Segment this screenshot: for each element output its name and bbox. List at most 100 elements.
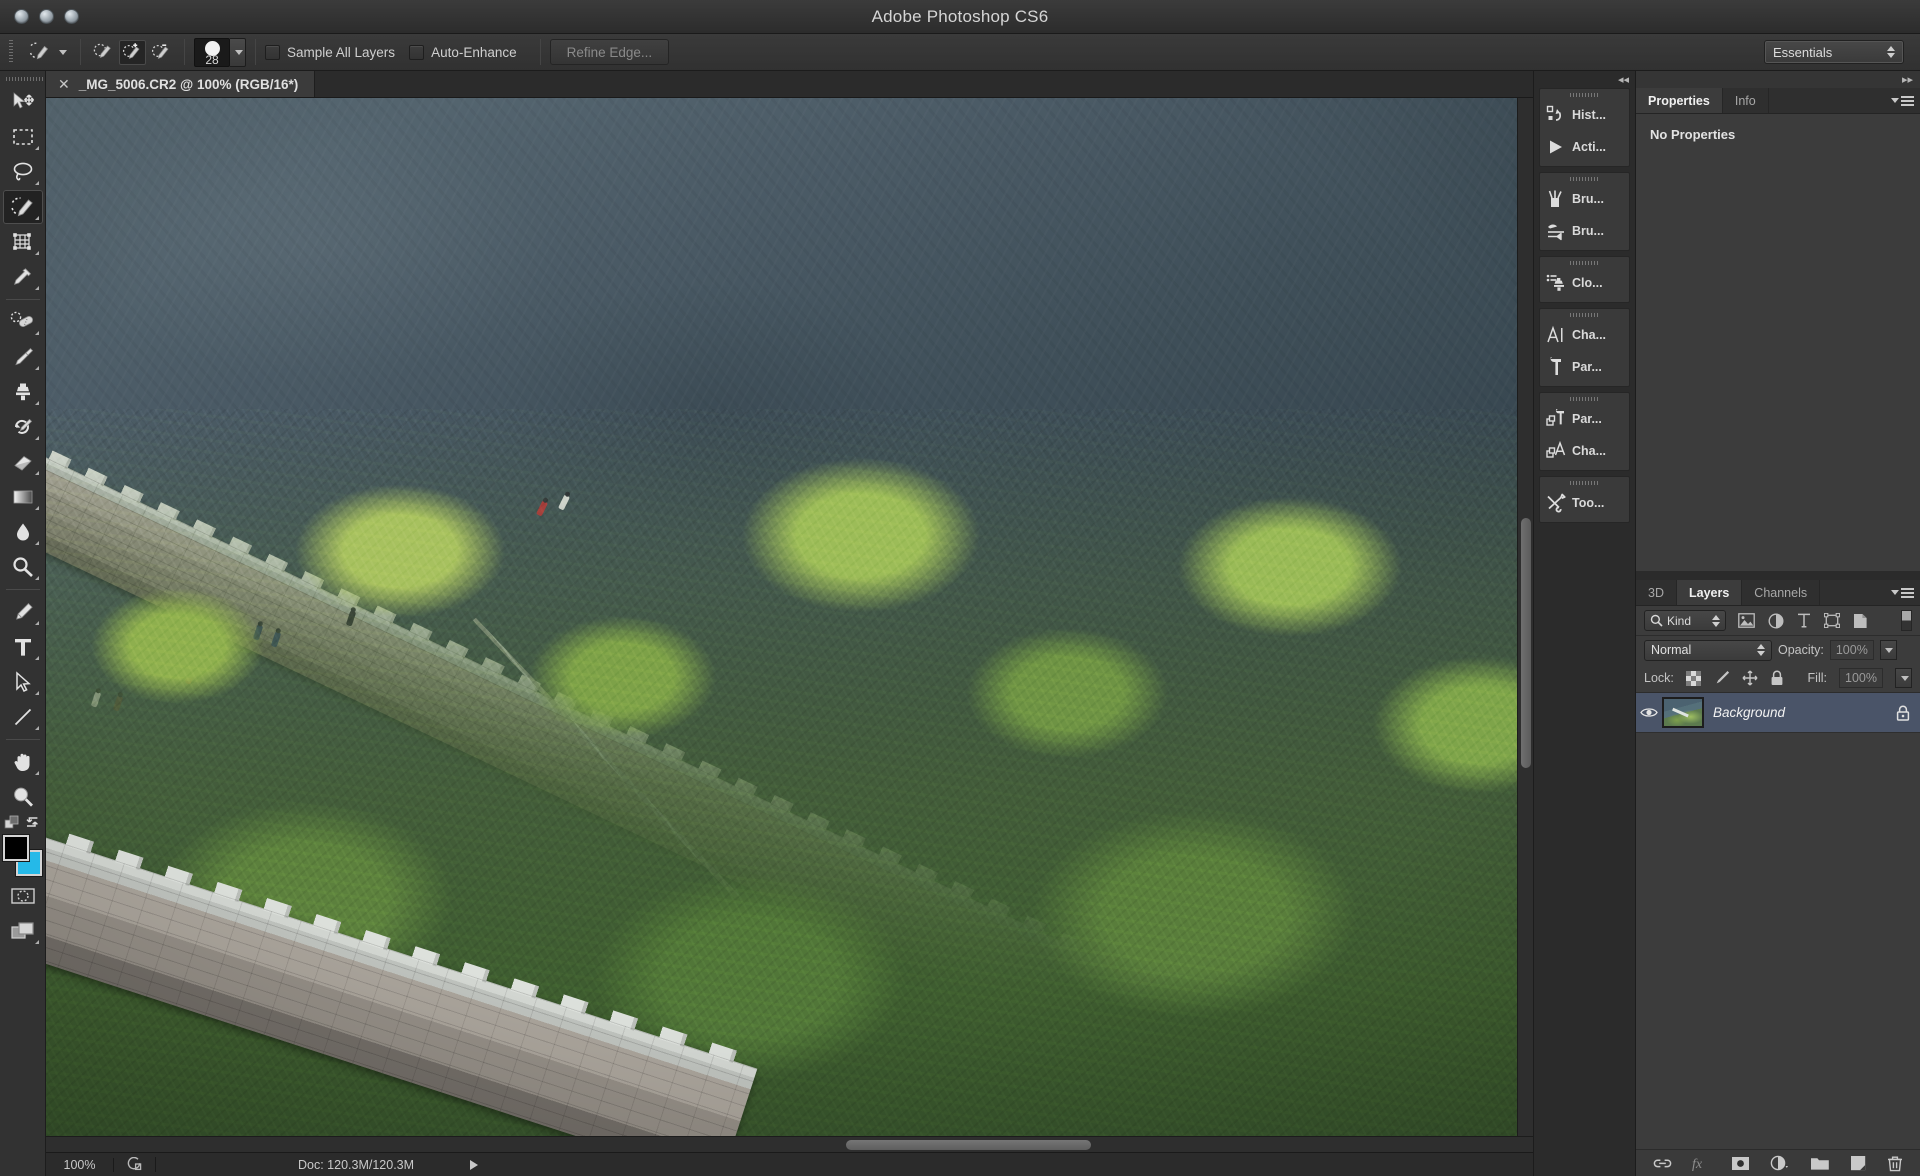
double-chevron-left-icon[interactable]: ◂◂ bbox=[1534, 71, 1635, 88]
tab-3d[interactable]: 3D bbox=[1636, 580, 1677, 605]
brush-presets-panel-button[interactable]: Bru... bbox=[1540, 183, 1629, 215]
half-circle-icon[interactable] bbox=[1768, 612, 1784, 629]
options-bar-gripper[interactable] bbox=[8, 40, 14, 64]
history-brush-tool[interactable] bbox=[3, 410, 43, 444]
document-tab[interactable]: ✕ _MG_5006.CR2 @ 100% (RGB/16*) bbox=[46, 71, 316, 97]
clone-stamp-tool[interactable] bbox=[3, 375, 43, 409]
table-row[interactable]: Background bbox=[1636, 693, 1920, 733]
default-colors-icon[interactable] bbox=[4, 815, 22, 832]
pen-tool[interactable] bbox=[3, 595, 43, 629]
move-cross-icon[interactable] bbox=[1742, 670, 1758, 686]
fill-slider-dropdown[interactable] bbox=[1895, 668, 1912, 688]
dock-group-gripper[interactable] bbox=[1540, 173, 1629, 183]
character-panel-button[interactable]: Cha... bbox=[1540, 319, 1629, 351]
spot-healing-brush-tool[interactable] bbox=[3, 305, 43, 339]
panel-menu-icon[interactable] bbox=[1891, 88, 1914, 113]
close-icon[interactable]: ✕ bbox=[58, 77, 70, 91]
character-styles-panel-button[interactable]: Cha... bbox=[1540, 435, 1629, 467]
refine-edge-button[interactable]: Refine Edge... bbox=[549, 39, 670, 65]
crop-tool[interactable] bbox=[3, 225, 43, 259]
blur-tool[interactable] bbox=[3, 515, 43, 549]
smart-object-icon[interactable] bbox=[1853, 613, 1868, 629]
quick-mask-button[interactable] bbox=[3, 879, 43, 913]
clone-source-panel-button[interactable]: Clo... bbox=[1540, 267, 1629, 299]
type-tool[interactable] bbox=[3, 630, 43, 664]
zoom-level-field[interactable]: 100% bbox=[46, 1157, 114, 1172]
tool-preset-picker[interactable] bbox=[22, 40, 71, 65]
trash-icon[interactable] bbox=[1887, 1155, 1903, 1172]
foreground-color-swatch[interactable] bbox=[2, 835, 29, 861]
half-circle-icon[interactable] bbox=[1770, 1155, 1790, 1171]
play-arrow-icon[interactable] bbox=[470, 1159, 479, 1170]
brush-preview[interactable]: 28 bbox=[194, 37, 230, 67]
lasso-tool[interactable] bbox=[3, 155, 43, 189]
rectangular-marquee-tool[interactable] bbox=[3, 120, 43, 154]
canvas-horizontal-scrollbar[interactable] bbox=[46, 1136, 1517, 1152]
brush-panel-button[interactable]: Bru... bbox=[1540, 215, 1629, 247]
auto-enhance-option[interactable]: Auto-Enhance bbox=[409, 44, 517, 60]
document-image[interactable] bbox=[46, 98, 1517, 1136]
dock-group-gripper[interactable] bbox=[1540, 309, 1629, 319]
shape-icon[interactable] bbox=[1824, 613, 1840, 628]
panel-splitter[interactable] bbox=[1636, 571, 1920, 580]
panel-menu-icon[interactable] bbox=[1891, 580, 1914, 605]
line-tool[interactable] bbox=[3, 700, 43, 734]
canvas-vertical-scrollbar[interactable] bbox=[1517, 98, 1533, 1136]
new-layer-icon[interactable] bbox=[1850, 1155, 1867, 1171]
add-to-selection-button[interactable] bbox=[119, 39, 146, 65]
chevron-down-icon[interactable] bbox=[59, 49, 67, 55]
sample-all-layers-checkbox[interactable] bbox=[265, 44, 280, 60]
dock-group-gripper[interactable] bbox=[1540, 393, 1629, 403]
quick-selection-tool[interactable] bbox=[2, 190, 43, 224]
brush-tool[interactable] bbox=[3, 340, 43, 374]
hand-tool[interactable] bbox=[3, 745, 43, 779]
move-tool[interactable] bbox=[3, 85, 43, 119]
brush-size-picker[interactable]: 28 bbox=[194, 37, 246, 67]
new-selection-button[interactable] bbox=[90, 40, 117, 65]
actions-panel-button[interactable]: Acti... bbox=[1540, 131, 1629, 163]
paintbrush-icon[interactable] bbox=[1713, 670, 1730, 686]
layer-visibility-toggle[interactable] bbox=[1636, 706, 1662, 719]
dock-group-gripper[interactable] bbox=[1540, 477, 1629, 487]
zoom-tool[interactable] bbox=[3, 780, 43, 814]
opacity-slider-dropdown[interactable] bbox=[1879, 640, 1897, 660]
tab-info[interactable]: Info bbox=[1722, 88, 1769, 113]
history-panel-button[interactable]: Hist... bbox=[1540, 99, 1629, 131]
dodge-tool[interactable] bbox=[3, 550, 43, 584]
padlock-icon[interactable] bbox=[1770, 670, 1784, 686]
screen-mode-button[interactable] bbox=[3, 914, 43, 948]
paragraph-panel-button[interactable]: Par... bbox=[1540, 351, 1629, 383]
tab-layers[interactable]: Layers bbox=[1676, 580, 1743, 605]
swap-colors-icon[interactable] bbox=[24, 815, 42, 832]
fill-value[interactable]: 100% bbox=[1839, 668, 1883, 688]
gradient-tool[interactable] bbox=[3, 480, 43, 514]
minimize-button[interactable] bbox=[39, 9, 54, 24]
paragraph-styles-panel-button[interactable]: Par... bbox=[1540, 403, 1629, 435]
filter-toggle-switch[interactable] bbox=[1901, 610, 1912, 631]
opacity-value[interactable]: 100% bbox=[1829, 640, 1874, 660]
sample-all-layers-option[interactable]: Sample All Layers bbox=[265, 44, 395, 60]
zoom-button[interactable] bbox=[64, 9, 79, 24]
checkerboard-icon[interactable] bbox=[1685, 670, 1701, 686]
eyedropper-tool[interactable] bbox=[3, 260, 43, 294]
link-chain-icon[interactable] bbox=[1653, 1156, 1672, 1171]
close-button[interactable] bbox=[14, 9, 29, 24]
mask-circle-icon[interactable] bbox=[1731, 1156, 1750, 1171]
workspace-selector[interactable]: Essentials bbox=[1764, 40, 1904, 64]
layer-filter-kind-select[interactable]: Kind bbox=[1644, 610, 1726, 631]
tool-presets-panel-button[interactable]: Too... bbox=[1540, 487, 1629, 519]
dock-group-gripper[interactable] bbox=[1540, 89, 1629, 99]
subtract-from-selection-button[interactable] bbox=[148, 40, 175, 65]
auto-enhance-checkbox[interactable] bbox=[409, 44, 425, 60]
horizontal-scrollbar-thumb[interactable] bbox=[846, 1140, 1091, 1150]
tab-properties[interactable]: Properties bbox=[1636, 88, 1723, 113]
tab-channels[interactable]: Channels bbox=[1742, 580, 1821, 605]
path-selection-tool[interactable] bbox=[3, 665, 43, 699]
layer-name[interactable]: Background bbox=[1713, 705, 1886, 720]
layer-lock-indicator[interactable] bbox=[1886, 705, 1920, 721]
folder-icon[interactable] bbox=[1810, 1156, 1830, 1171]
image-icon[interactable] bbox=[1738, 613, 1755, 628]
double-chevron-right-icon[interactable]: ▸▸ bbox=[1636, 71, 1920, 88]
canvas-viewport[interactable] bbox=[46, 98, 1517, 1136]
vertical-scrollbar-thumb[interactable] bbox=[1521, 518, 1531, 768]
